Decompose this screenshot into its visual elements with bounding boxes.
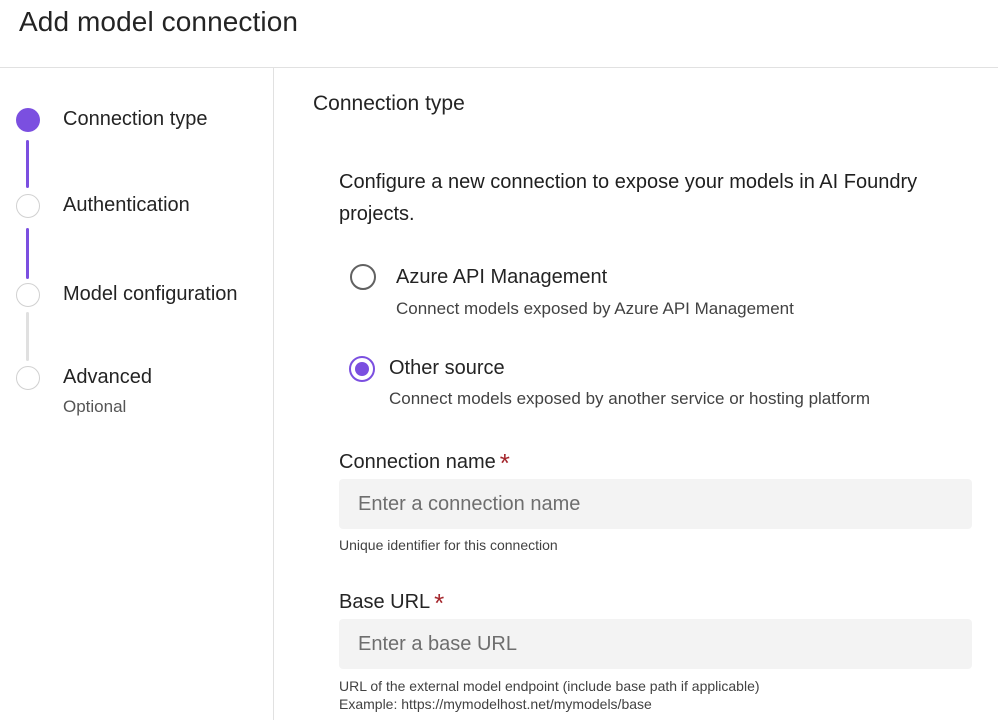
base-url-hint: URL of the external model endpoint (incl… [339, 678, 760, 694]
step-label-model-configuration[interactable]: Model configuration [63, 283, 238, 306]
radio-azure-api-management[interactable] [350, 264, 376, 290]
step-label-authentication[interactable]: Authentication [63, 194, 190, 217]
intro-text: Configure a new connection to expose you… [339, 171, 918, 225]
step-indicator-authentication [16, 194, 40, 218]
step-connector-2 [26, 228, 29, 279]
base-url-example: Example: https://mymodelhost.net/mymodel… [339, 696, 652, 712]
sidebar-divider [273, 68, 274, 720]
step-indicator-model-configuration [16, 283, 40, 307]
step-indicator-advanced [16, 366, 40, 390]
base-url-input[interactable] [339, 619, 972, 669]
page-title: Add model connection [19, 6, 299, 37]
radio-description-azure-api-management: Connect models exposed by Azure API Mana… [396, 299, 794, 318]
required-indicator: * [499, 448, 510, 478]
required-indicator: * [434, 588, 445, 618]
base-url-label: Base URL * [339, 584, 445, 618]
step-label-advanced[interactable]: Advanced [63, 366, 152, 389]
radio-label-other-source[interactable]: Other source [389, 357, 505, 380]
section-title: Connection type [313, 92, 465, 115]
step-indicator-connection-type [16, 108, 40, 132]
step-connector-3 [26, 312, 29, 361]
connection-name-hint: Unique identifier for this connection [339, 537, 558, 553]
connection-name-label-text: Connection name [339, 451, 496, 473]
radio-other-source[interactable] [349, 356, 375, 382]
radio-label-azure-api-management[interactable]: Azure API Management [396, 266, 607, 289]
step-connector-1 [26, 140, 29, 188]
header-divider [0, 67, 998, 68]
step-label-connection-type[interactable]: Connection type [63, 108, 208, 131]
step-sublabel-optional: Optional [63, 397, 127, 416]
connection-name-label: Connection name * [339, 444, 510, 478]
radio-description-other-source: Connect models exposed by another servic… [389, 389, 870, 408]
connection-name-input[interactable] [339, 479, 972, 529]
base-url-label-text: Base URL [339, 591, 431, 613]
